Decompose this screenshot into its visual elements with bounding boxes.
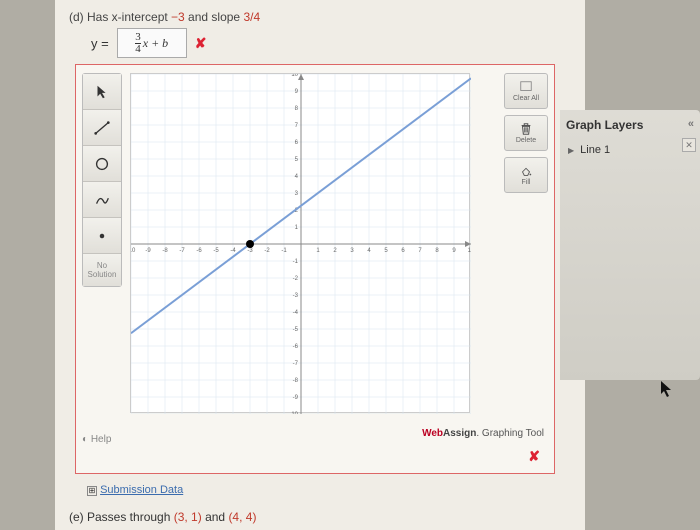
- graphing-tool: No Solution ◐ Help -10-10-9-9-8-8-7-7-6-…: [75, 64, 555, 474]
- help-link[interactable]: ◐ Help: [82, 434, 111, 445]
- webassign-watermark: WebAssign. Graphing Tool: [422, 428, 544, 439]
- close-graph-icon[interactable]: ✘: [528, 448, 540, 465]
- no-solution-tool[interactable]: No Solution: [83, 254, 121, 286]
- problem-e-label: (e) Passes through (3, 1) and (4, 4): [69, 510, 571, 524]
- svg-text:-1: -1: [281, 248, 287, 254]
- fill-button[interactable]: Fill: [504, 157, 548, 193]
- svg-text:-1: -1: [293, 259, 299, 265]
- trash-icon: [519, 122, 533, 136]
- pointer-icon: [93, 83, 111, 101]
- svg-text:-4: -4: [293, 310, 299, 316]
- svg-text:-2: -2: [264, 248, 270, 254]
- svg-text:-9: -9: [293, 395, 299, 401]
- svg-text:2: 2: [333, 248, 337, 254]
- clear-all-icon: [519, 80, 533, 94]
- remove-layer-button[interactable]: ✕: [682, 138, 696, 152]
- circle-icon: [93, 155, 111, 173]
- svg-text:-6: -6: [293, 344, 299, 350]
- svg-text:-9: -9: [145, 248, 151, 254]
- submission-data-link[interactable]: Submission Data: [100, 484, 183, 496]
- svg-text:-7: -7: [293, 361, 299, 367]
- svg-text:8: 8: [295, 106, 299, 112]
- equation-input[interactable]: 3 4 x + b: [117, 28, 187, 58]
- svg-text:10: 10: [291, 74, 298, 78]
- expand-icon: ⊞: [87, 486, 97, 496]
- layer-item-line1[interactable]: ▶ Line 1: [566, 140, 694, 160]
- svg-text:-6: -6: [196, 248, 202, 254]
- svg-text:-10: -10: [131, 248, 136, 254]
- fill-icon: [519, 164, 533, 178]
- graph-layers-panel: Graph Layers « ▶ Line 1 ✕: [560, 110, 700, 380]
- equation-row: y = 3 4 x + b ✘: [91, 28, 571, 58]
- mouse-cursor-icon: [660, 380, 674, 401]
- svg-text:6: 6: [401, 248, 405, 254]
- svg-text:-7: -7: [179, 248, 185, 254]
- pointer-tool[interactable]: [83, 74, 121, 110]
- point-tool[interactable]: [83, 218, 121, 254]
- svg-text:3: 3: [350, 248, 354, 254]
- collapse-panel-icon[interactable]: «: [688, 118, 694, 132]
- svg-text:4: 4: [367, 248, 371, 254]
- svg-text:-5: -5: [293, 327, 299, 333]
- svg-text:1: 1: [316, 248, 320, 254]
- freehand-tool[interactable]: [83, 182, 121, 218]
- svg-text:-3: -3: [293, 293, 299, 299]
- circle-tool[interactable]: [83, 146, 121, 182]
- delete-button[interactable]: Delete: [504, 115, 548, 151]
- tool-palette: No Solution: [82, 73, 122, 287]
- svg-text:-10: -10: [289, 412, 298, 414]
- svg-text:-8: -8: [162, 248, 168, 254]
- problem-d-label: (d) Has x-intercept −3 and slope 3/4: [69, 10, 571, 24]
- svg-text:4: 4: [295, 174, 299, 180]
- grid-svg: -10 -10 -9 -9 -8 -8 -7 -7 -6 -6 -5 -5 -4 -4 -3 -3 -2 -2 -1…: [131, 74, 471, 414]
- svg-text:-8: -8: [293, 378, 299, 384]
- svg-text:10: 10: [468, 248, 471, 254]
- graph-canvas[interactable]: -10 -10 -9 -9 -8 -8 -7 -7 -6 -6 -5 -5 -4 -4 -3 -3 -2 -2 -1…: [130, 73, 470, 413]
- svg-text:7: 7: [418, 248, 422, 254]
- submission-data-toggle[interactable]: ⊞ Submission Data: [87, 484, 571, 496]
- chevron-right-icon: ▶: [568, 146, 574, 155]
- svg-text:7: 7: [295, 123, 299, 129]
- svg-text:9: 9: [452, 248, 456, 254]
- eq-lhs: y =: [91, 36, 109, 51]
- svg-text:-3: -3: [247, 248, 253, 254]
- svg-text:9: 9: [295, 89, 299, 95]
- clear-all-button[interactable]: Clear All: [504, 73, 548, 109]
- svg-text:8: 8: [435, 248, 439, 254]
- problem-page: (d) Has x-intercept −3 and slope 3/4 y =…: [55, 0, 585, 530]
- layers-title: Graph Layers «: [566, 118, 694, 132]
- svg-text:-2: -2: [293, 276, 299, 282]
- point-icon: [93, 227, 111, 245]
- line-tool[interactable]: [83, 110, 121, 146]
- help-icon: ◐: [82, 434, 88, 445]
- freehand-icon: [93, 191, 111, 209]
- svg-text:5: 5: [295, 157, 299, 163]
- svg-text:6: 6: [295, 140, 299, 146]
- svg-text:3: 3: [295, 191, 299, 197]
- svg-text:1: 1: [295, 225, 299, 231]
- incorrect-mark-icon: ✘: [195, 35, 207, 52]
- svg-text:5: 5: [384, 248, 388, 254]
- svg-text:-5: -5: [213, 248, 219, 254]
- svg-text:-4: -4: [230, 248, 236, 254]
- action-column: Clear All Delete Fill: [504, 73, 548, 199]
- line-icon: [93, 119, 111, 137]
